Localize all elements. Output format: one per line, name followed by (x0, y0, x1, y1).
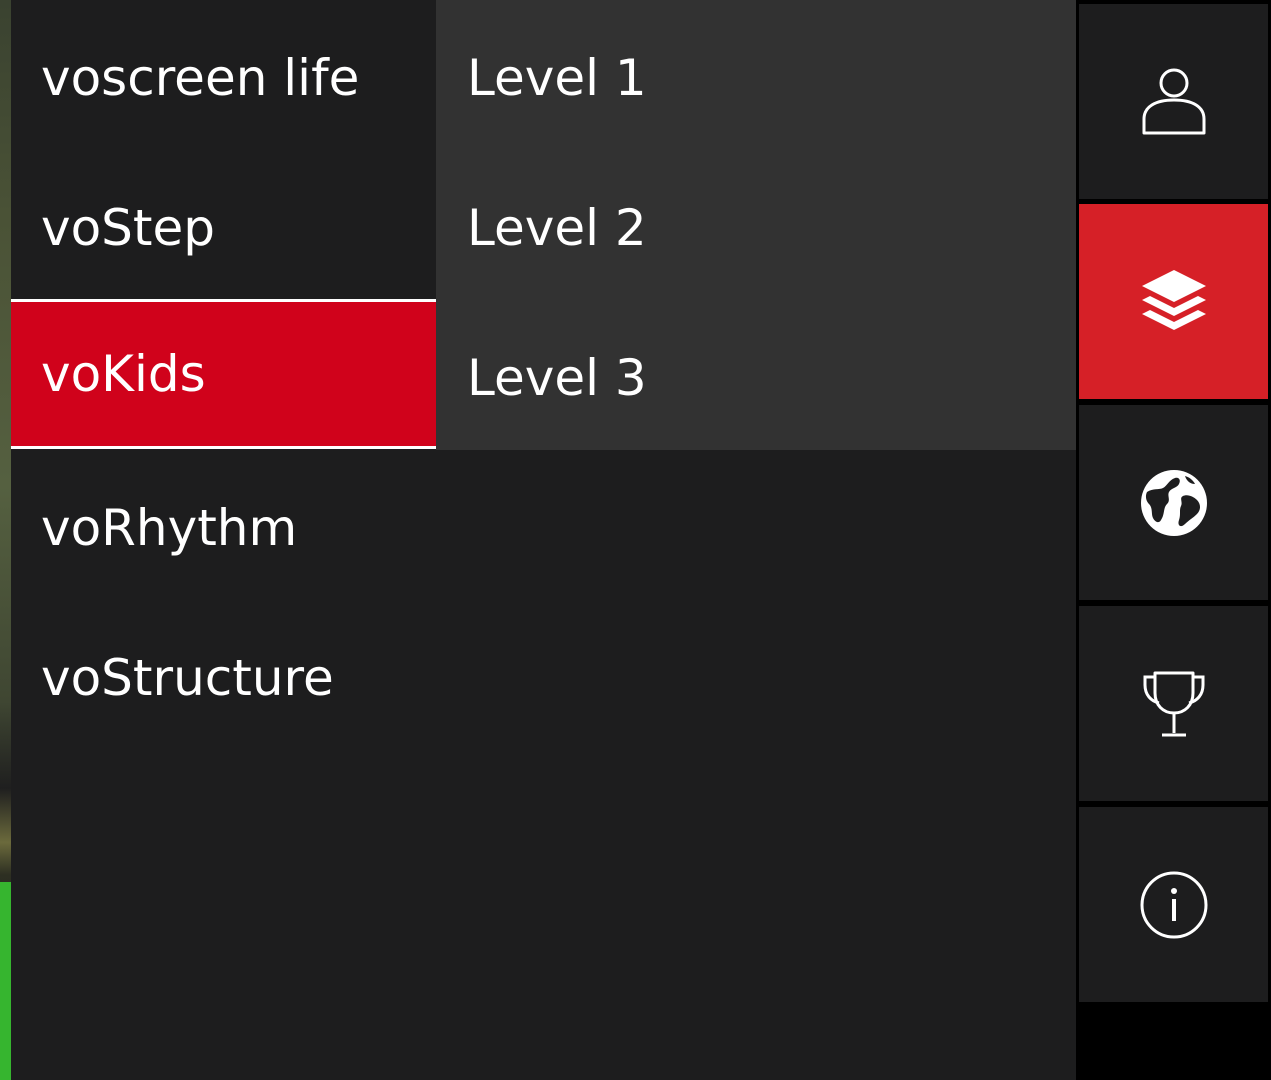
layers-icon (1141, 269, 1206, 330)
menu-item-label: voKids (41, 345, 206, 403)
menu-item-label: voscreen life (41, 49, 360, 107)
menu-item-label: voStructure (41, 649, 334, 707)
level-submenu: Level 1 Level 2 Level 3 (436, 0, 1076, 450)
menu-item-vokids[interactable]: voKids (11, 299, 436, 449)
language-button[interactable] (1079, 405, 1268, 600)
globe-icon (1140, 469, 1207, 536)
menu-item-label: voStep (41, 199, 216, 257)
submenu-item-label: Level 2 (467, 199, 647, 257)
menu-item-vorhythm[interactable]: voRhythm (11, 453, 436, 603)
menu-item-label: voRhythm (41, 499, 298, 557)
submenu-item-label: Level 3 (467, 349, 647, 407)
submenu-item-label: Level 1 (467, 49, 647, 107)
menu-item-vostructure[interactable]: voStructure (11, 603, 436, 753)
submenu-item-level-1[interactable]: Level 1 (436, 3, 1076, 153)
submenu-item-level-2[interactable]: Level 2 (436, 153, 1076, 303)
icon-rail (1076, 0, 1271, 1080)
info-icon (1140, 871, 1207, 938)
submenu-item-level-3[interactable]: Level 3 (436, 303, 1076, 453)
app-root: voscreen life voStep voKids voRhythm voS… (0, 0, 1271, 1080)
menu-item-voscreen-life[interactable]: voscreen life (11, 3, 436, 153)
category-menu: voscreen life voStep voKids voRhythm voS… (11, 0, 436, 1080)
user-icon (1142, 68, 1205, 134)
leaderboard-button[interactable] (1079, 606, 1268, 801)
profile-button[interactable] (1079, 4, 1268, 199)
categories-button[interactable] (1079, 204, 1268, 399)
info-button[interactable] (1079, 807, 1268, 1002)
menu-item-vostep[interactable]: voStep (11, 153, 436, 303)
trophy-icon (1143, 671, 1204, 736)
